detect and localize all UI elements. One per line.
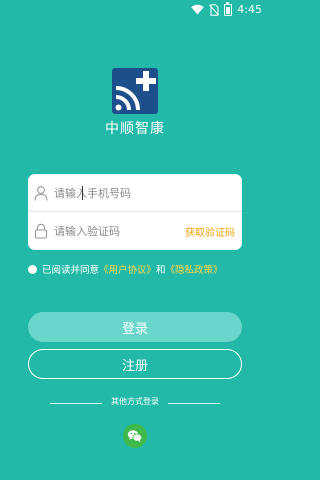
status-time: 4:45 (237, 3, 262, 16)
user-agreement-link[interactable]: 《用户协议》 (99, 262, 156, 276)
privacy-policy-link[interactable]: 《隐私政策》 (166, 262, 223, 276)
text-caret (82, 186, 83, 200)
register-button[interactable]: 注册 (28, 349, 242, 379)
login-card: 获取验证码 (28, 174, 242, 250)
agree-radio[interactable] (28, 264, 37, 274)
agreement-and: 和 (156, 265, 166, 276)
phone-input[interactable] (54, 184, 204, 202)
lock-icon (34, 223, 48, 239)
user-icon (34, 186, 48, 201)
code-field: 获取验证码 (28, 212, 242, 250)
agreement-prefix: 已阅读并同意 (42, 265, 100, 276)
wifi-icon (191, 4, 204, 15)
status-icons: 4:45 (191, 1, 262, 16)
other-login-divider: 其他方式登录 (0, 396, 270, 410)
app-name: 中顺智康 (105, 121, 165, 137)
agreement-row: 已阅读并同意 《用户协议》 和 《隐私政策》 (28, 262, 223, 276)
phone-field (28, 174, 242, 212)
login-button[interactable]: 登录 (28, 312, 242, 342)
wechat-icon[interactable] (123, 424, 147, 448)
code-input[interactable] (54, 222, 204, 240)
divider-line-right (168, 403, 220, 404)
other-login-label: 其他方式登录 (111, 397, 159, 406)
app-logo (112, 68, 158, 114)
sim-no-signal-icon (209, 3, 220, 16)
get-code-button[interactable]: 获取验证码 (185, 224, 235, 239)
battery-icon (224, 1, 233, 16)
status-bar: 4:45 (0, 0, 270, 20)
